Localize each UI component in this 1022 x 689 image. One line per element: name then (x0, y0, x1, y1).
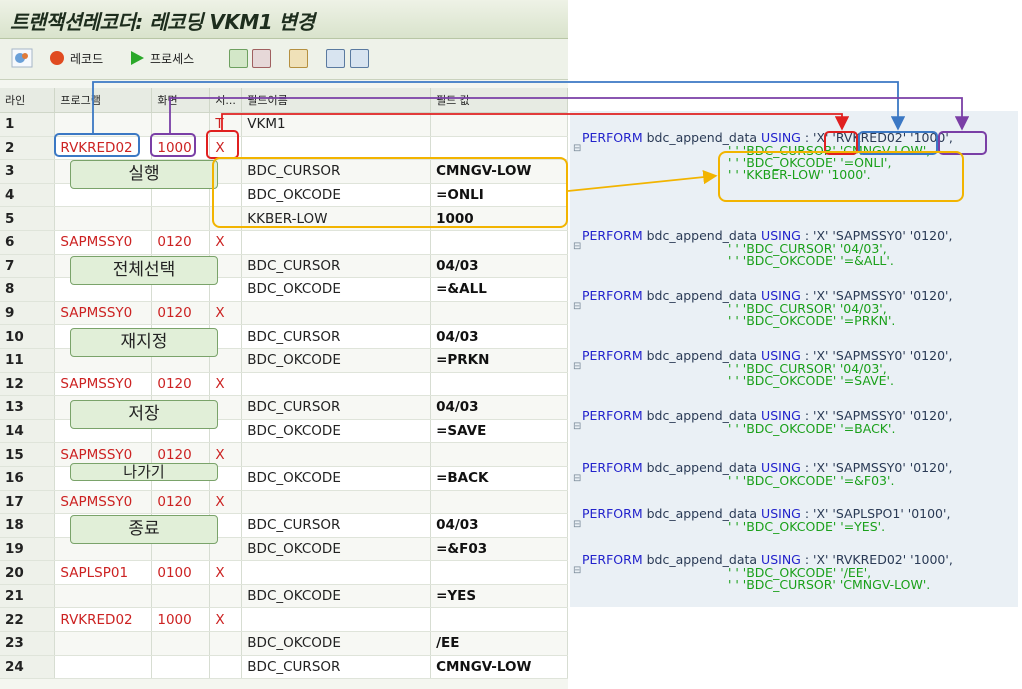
red-connector (221, 113, 850, 131)
orange-connector (567, 169, 718, 192)
purple-connector (169, 97, 970, 133)
connector-lines (92, 81, 970, 192)
blue-connector (92, 81, 906, 133)
